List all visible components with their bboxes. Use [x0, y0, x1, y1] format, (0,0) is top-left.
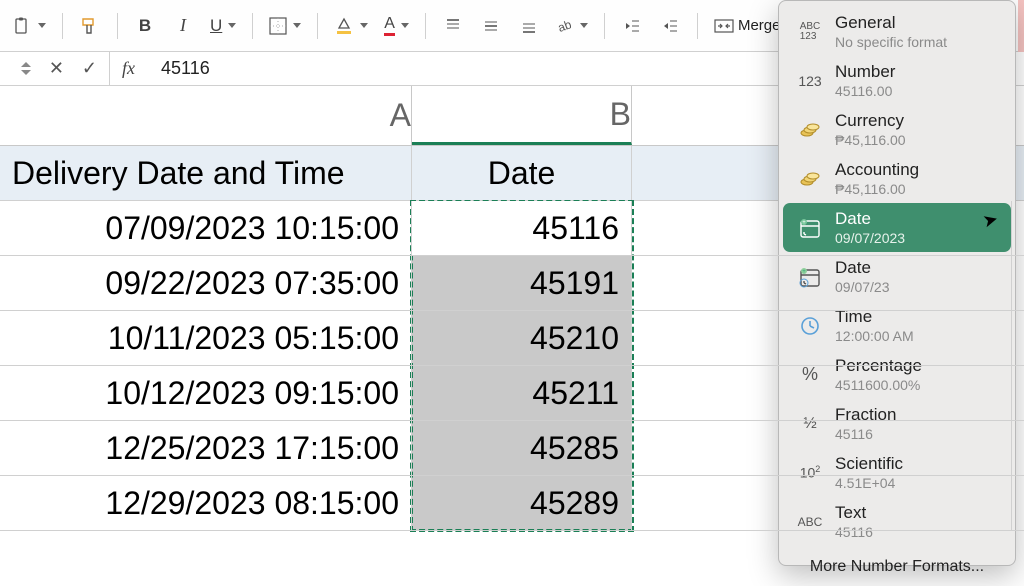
font-color-button[interactable]: A [380, 11, 413, 41]
cell[interactable]: 45210 [412, 311, 632, 365]
separator [252, 13, 253, 39]
format-option-number-1[interactable]: 123 Number45116.00 [783, 56, 1011, 105]
format-option-accounting-3[interactable]: Accounting₱45,116.00 [783, 154, 1011, 203]
format-sample: ₱45,116.00 [835, 181, 919, 197]
separator [604, 13, 605, 39]
cell[interactable] [632, 201, 1012, 255]
decrease-indent-button[interactable] [617, 11, 647, 41]
col-header-b[interactable]: B [412, 86, 632, 145]
format-title: Currency [835, 111, 906, 131]
table-row: 07/09/2023 10:15:0045116 [0, 201, 1024, 256]
table-row: 12/29/2023 08:15:0045289 [0, 476, 1024, 531]
cell[interactable] [632, 311, 1012, 365]
underline-button[interactable]: U [206, 11, 240, 41]
format-type-icon: 123 [797, 73, 823, 89]
align-bottom-button[interactable] [514, 11, 544, 41]
increase-indent-button[interactable] [655, 11, 685, 41]
formula-bar-controls: ✕ ✓ [0, 52, 110, 85]
more-number-formats[interactable]: More Number Formats... [779, 546, 1015, 582]
cell[interactable]: 45191 [412, 256, 632, 310]
fill-color-button[interactable] [330, 11, 372, 41]
format-option-general-0[interactable]: ABC123 GeneralNo specific format [783, 7, 1011, 56]
cell[interactable]: 10/12/2023 09:15:00 [0, 366, 412, 420]
cell[interactable]: 45116 [412, 201, 632, 255]
cell[interactable]: 45211 [412, 366, 632, 420]
align-top-button[interactable] [438, 11, 468, 41]
chevron-down-icon [401, 23, 409, 28]
cell[interactable] [632, 256, 1012, 310]
chevron-down-icon [580, 23, 588, 28]
orientation-button[interactable]: ab [552, 11, 592, 41]
format-type-icon [797, 121, 823, 139]
format-sample: ₱45,116.00 [835, 132, 906, 148]
separator [62, 13, 63, 39]
separator [117, 13, 118, 39]
format-sample: 45116.00 [835, 83, 895, 99]
bold-button[interactable]: B [130, 11, 160, 41]
separator [697, 13, 698, 39]
cell[interactable]: 45289 [412, 476, 632, 530]
format-title: Number [835, 62, 895, 82]
right-edge-strip [1018, 0, 1024, 52]
format-title: General [835, 13, 947, 33]
cell[interactable] [632, 366, 1012, 420]
chevron-down-icon [293, 23, 301, 28]
chevron-down-icon [228, 23, 236, 28]
col-header-a[interactable]: A [0, 86, 412, 145]
cell[interactable]: 10/11/2023 05:15:00 [0, 311, 412, 365]
fx-label[interactable]: fx [110, 58, 147, 79]
cell[interactable]: 45285 [412, 421, 632, 475]
separator [317, 13, 318, 39]
cell[interactable]: 12/29/2023 08:15:00 [0, 476, 412, 530]
table-row: 12/25/2023 17:15:0045285 [0, 421, 1024, 476]
format-title: Accounting [835, 160, 919, 180]
cell[interactable]: 09/22/2023 07:35:00 [0, 256, 412, 310]
chevron-down-icon [360, 23, 368, 28]
format-type-icon: ABC123 [797, 22, 823, 42]
table-row: 10/11/2023 05:15:0045210 [0, 311, 1024, 366]
table-row: 09/22/2023 07:35:0045191 [0, 256, 1024, 311]
confirm-icon[interactable]: ✓ [82, 58, 97, 79]
cell[interactable]: 12/25/2023 17:15:00 [0, 421, 412, 475]
align-middle-button[interactable] [476, 11, 506, 41]
chevron-down-icon [38, 23, 46, 28]
cancel-icon[interactable]: ✕ [49, 58, 64, 79]
header-cell-a[interactable]: Delivery Date and Time [0, 146, 412, 200]
italic-button[interactable]: I [168, 11, 198, 41]
format-type-icon [797, 170, 823, 188]
svg-text:ab: ab [556, 17, 574, 35]
header-cell-b[interactable]: Date [412, 146, 632, 200]
cell[interactable] [632, 476, 1012, 530]
underline-label: U [210, 16, 222, 36]
cell[interactable] [632, 421, 1012, 475]
borders-button[interactable] [265, 11, 305, 41]
format-sample: No specific format [835, 34, 947, 50]
cell[interactable]: 07/09/2023 10:15:00 [0, 201, 412, 255]
format-painter-button[interactable] [75, 11, 105, 41]
clipboard-dropdown[interactable] [8, 11, 50, 41]
table-row: 10/12/2023 09:15:0045211 [0, 366, 1024, 421]
separator [425, 13, 426, 39]
namebox-stepper[interactable] [21, 62, 31, 75]
format-option-currency-2[interactable]: Currency₱45,116.00 [783, 105, 1011, 154]
